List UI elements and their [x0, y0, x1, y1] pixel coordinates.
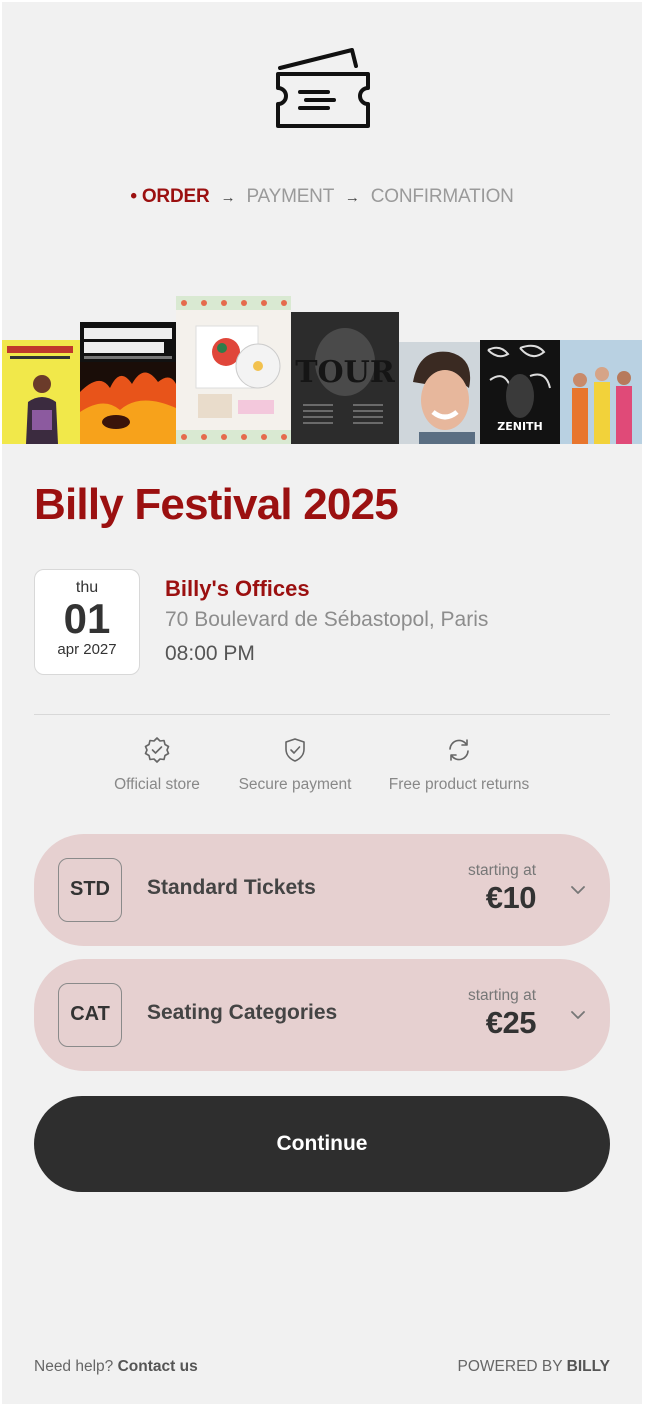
banner-cover-zenith: ZENITH	[480, 340, 560, 444]
refresh-icon	[449, 739, 469, 761]
banner-cover-album-bundle	[176, 296, 291, 444]
feature-free-returns: Free product returns	[388, 736, 530, 794]
ticket-code-badge: CAT	[58, 983, 122, 1047]
venue-name: Billy's Offices	[165, 576, 310, 601]
feature-label: Official store	[114, 776, 200, 793]
banner-cover-blackbird	[80, 322, 176, 444]
feature-secure-payment: Secure payment	[238, 736, 352, 794]
powered-by: POWERED BY BILLY	[458, 1358, 610, 1376]
svg-text:TOUR: TOUR	[295, 355, 396, 390]
continue-button[interactable]: Continue	[34, 1096, 610, 1192]
step-arrow-icon: →	[220, 189, 236, 206]
ticket-price: €25	[485, 1005, 537, 1040]
banner-cover-tour: TOUR	[291, 312, 399, 444]
help-prefix: Need help?	[34, 1358, 114, 1375]
starting-at-label: starting at	[467, 987, 536, 1004]
verified-badge-icon	[144, 737, 170, 763]
ticket-name: Standard Tickets	[147, 876, 316, 899]
event-day: 01	[63, 595, 111, 642]
help-text: Need help? Contact us	[34, 1358, 198, 1376]
shield-check-icon	[285, 738, 305, 762]
svg-text:ZENITH: ZENITH	[497, 420, 543, 433]
venue-address: 70 Boulevard de Sébastopol, Paris	[165, 608, 489, 631]
event-banner: TOUR ZENITH	[2, 292, 642, 444]
step-payment: PAYMENT	[246, 186, 334, 207]
step-arrow-icon: →	[344, 189, 360, 206]
powered-prefix: POWERED BY	[457, 1358, 563, 1375]
ticket-code-badge: STD	[58, 858, 122, 922]
event-date-box: thu 01 apr 2027	[34, 569, 140, 675]
contact-us-link[interactable]: Contact us	[118, 1358, 198, 1375]
ticket-price: €10	[485, 880, 537, 915]
event-venue-info: Billy's Offices 70 Boulevard de Sébastop…	[165, 576, 488, 666]
step-confirmation: CONFIRMATION	[370, 186, 514, 207]
banner-cover-portrait	[399, 342, 480, 444]
powered-brand: BILLY	[566, 1358, 610, 1375]
ticket-option-seating[interactable]: CAT Seating Categories starting at €25	[34, 959, 610, 1071]
ticket-option-standard[interactable]: STD Standard Tickets starting at €10	[34, 834, 610, 946]
chevron-down-icon[interactable]	[568, 1005, 588, 1025]
ticket-logo-icon	[276, 48, 370, 128]
checkout-steps: • ORDER → PAYMENT → CONFIRMATION	[2, 186, 642, 208]
chevron-down-icon[interactable]	[568, 880, 588, 900]
event-time: 08:00 PM	[165, 642, 255, 665]
feature-official-store: Official store	[114, 736, 200, 794]
feature-label: Free product returns	[388, 776, 530, 793]
event-month-year: apr 2027	[57, 641, 117, 658]
step-order: • ORDER	[130, 186, 210, 207]
banner-cover-group	[560, 340, 642, 444]
feature-label: Secure payment	[238, 776, 352, 793]
event-title: Billy Festival 2025	[34, 480, 399, 529]
divider	[34, 714, 610, 715]
ticket-name: Seating Categories	[147, 1001, 338, 1024]
checkout-page: • ORDER → PAYMENT → CONFIRMATION TOUR ZE…	[2, 2, 642, 1404]
starting-at-label: starting at	[467, 862, 536, 879]
banner-cover-mc-solaar	[2, 340, 80, 444]
